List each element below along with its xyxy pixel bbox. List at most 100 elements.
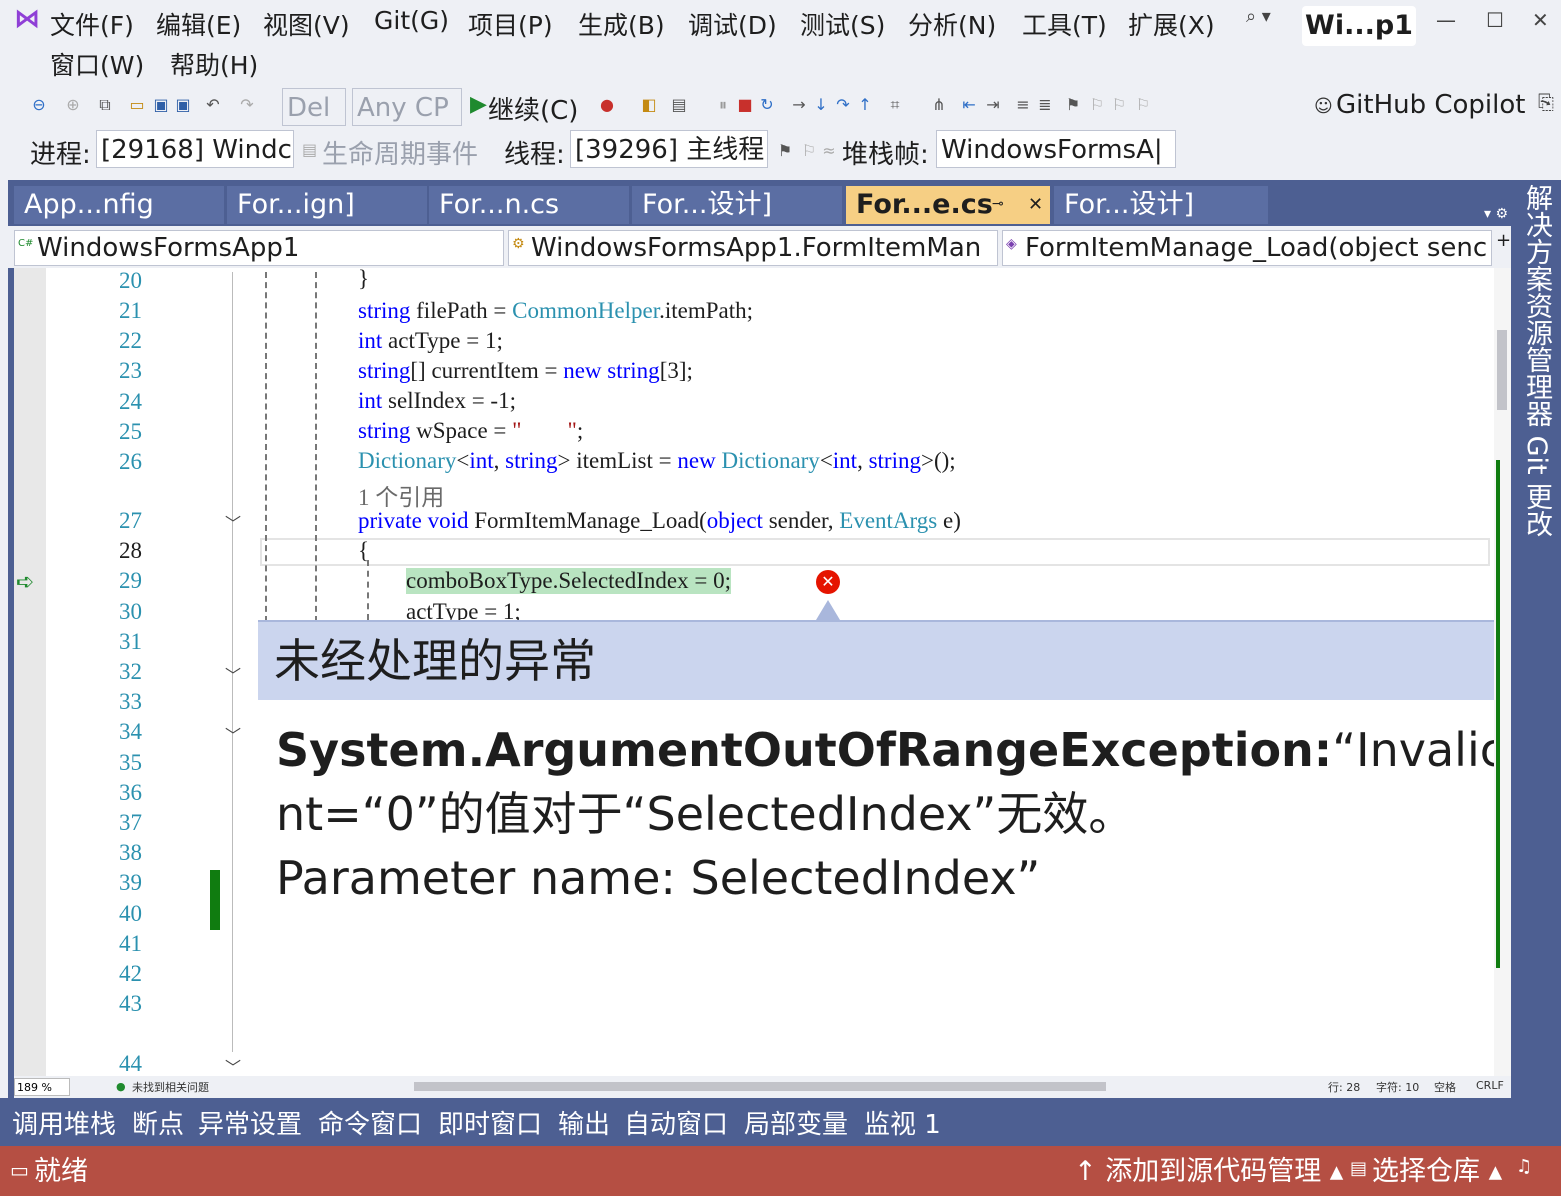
stack-frame-select[interactable]: WindowsFormsA| <box>936 130 1176 168</box>
project-nav-select[interactable]: WindowsFormsApp1 <box>14 230 504 266</box>
step-into-icon[interactable]: ↓ <box>812 96 830 114</box>
open-folder-icon[interactable]: ▭ <box>128 96 146 114</box>
menu-item[interactable]: Git(G) <box>374 6 449 35</box>
error-icon[interactable]: ✕ <box>816 570 840 594</box>
tool-tab[interactable]: 调用堆栈 <box>12 1104 116 1141</box>
menu-item[interactable]: 编辑(E) <box>156 6 241 42</box>
next-bookmark-icon[interactable]: ⚐ <box>1110 96 1128 114</box>
tool-tab[interactable]: 异常设置 <box>198 1104 302 1141</box>
pin-tab-icon[interactable]: ⊸ <box>992 196 1004 212</box>
platform-select[interactable]: Any CP <box>352 88 462 126</box>
hex-display-icon[interactable]: ⌗ <box>886 96 904 114</box>
issues-status[interactable]: 未找到相关问题 <box>132 1079 209 1095</box>
document-tab[interactable]: App...nfig <box>14 186 224 224</box>
new-item-icon[interactable]: ⧉ <box>96 96 114 114</box>
horizontal-scroll-thumb[interactable] <box>414 1082 1106 1091</box>
prev-bookmark-icon[interactable]: ⚐ <box>1088 96 1106 114</box>
process-select[interactable]: [29168] Windc <box>96 130 294 168</box>
document-tab[interactable]: For...e.cs <box>846 186 1050 224</box>
class-nav-select[interactable]: WindowsFormsApp1.FormItemMan <box>508 230 998 266</box>
document-tab[interactable]: For...设计] <box>1054 186 1268 224</box>
configuration-select[interactable]: Del <box>282 88 346 126</box>
step-out-icon[interactable]: ↑ <box>856 96 874 114</box>
save-icon[interactable]: ▣ <box>152 96 170 114</box>
restart-icon[interactable]: ↻ <box>758 96 776 114</box>
menu-item[interactable]: 扩展(X) <box>1128 6 1215 42</box>
tool-tab[interactable]: 监视 1 <box>864 1104 941 1141</box>
step-over-icon[interactable]: ↷ <box>834 96 852 114</box>
continue-button[interactable]: 继续(C) <box>488 90 578 127</box>
close-window-button[interactable]: ✕ <box>1532 8 1549 32</box>
bookmark-icon[interactable]: ⚑ <box>1064 96 1082 114</box>
tab-overflow-icon[interactable]: ▾ ⚙ <box>1484 206 1508 222</box>
menu-item[interactable]: 工具(T) <box>1022 6 1107 42</box>
comment-icon[interactable]: ≡ <box>1014 96 1032 114</box>
zoom-select[interactable]: 189 % <box>14 1078 70 1096</box>
close-tab-icon[interactable]: ✕ <box>1028 194 1043 215</box>
menu-item[interactable]: 视图(V) <box>263 6 350 42</box>
search-icon[interactable]: ⌕ ▾ <box>1246 6 1271 27</box>
menu-item[interactable]: 分析(N) <box>908 6 996 42</box>
save-all-icon[interactable]: ▣ <box>174 96 192 114</box>
line-indicator[interactable]: 行: 28 <box>1328 1079 1360 1095</box>
github-copilot-button[interactable]: GitHub Copilot <box>1336 90 1525 120</box>
keyword: int <box>832 448 858 473</box>
tool-tab[interactable]: 自动窗口 <box>624 1104 728 1141</box>
threads-icon[interactable]: ⋔ <box>930 96 948 114</box>
diagnostics-icon[interactable]: ▤ <box>670 96 688 114</box>
tool-tab[interactable]: 局部变量 <box>744 1104 848 1141</box>
uncomment-icon[interactable]: ≣ <box>1036 96 1054 114</box>
document-tab[interactable]: For...n.cs <box>429 186 629 224</box>
codelens-references[interactable]: 1 个引用 <box>358 478 444 512</box>
tool-tab[interactable]: 命令窗口 <box>318 1104 422 1141</box>
menu-item[interactable]: 文件(F) <box>50 6 134 42</box>
tool-tab[interactable]: 输出 <box>558 1104 610 1141</box>
fold-chevron-icon[interactable]: ﹀ <box>225 510 241 534</box>
whitespace-indicator[interactable]: 空格 <box>1434 1079 1456 1095</box>
fold-chevron-icon[interactable]: ﹀ <box>225 1054 241 1078</box>
fold-chevron-icon[interactable]: ﹀ <box>225 662 241 686</box>
split-editor-icon[interactable]: + <box>1496 230 1511 251</box>
pause-icon[interactable]: ⏸ <box>714 96 732 114</box>
clear-bookmarks-icon[interactable]: ⚐ <box>1134 96 1152 114</box>
feedback-icon[interactable]: ⎘ <box>1538 90 1554 114</box>
tool-tab[interactable]: 断点 <box>132 1104 184 1141</box>
menu-item[interactable]: 项目(P) <box>468 6 553 42</box>
indent-icon[interactable]: ⇤ <box>960 96 978 114</box>
select-repository-button[interactable]: 选择仓库 ▴ <box>1372 1148 1502 1196</box>
document-tab[interactable]: For...ign] <box>227 186 427 224</box>
menu-item[interactable]: 窗口(W) <box>50 46 144 82</box>
member-nav-select[interactable]: FormItemManage_Load(object senc <box>1002 230 1492 266</box>
char-indicator[interactable]: 字符: 10 <box>1376 1079 1419 1095</box>
threads-filter-icon[interactable]: ⚐ <box>800 142 818 160</box>
undo-icon[interactable]: ↶ <box>204 96 222 114</box>
flag-thread-icon[interactable]: ⚑ <box>776 142 794 160</box>
visual-studio-logo-icon[interactable]: ⋈ <box>14 6 40 32</box>
show-next-statement-icon[interactable]: → <box>790 96 808 114</box>
notifications-bell-icon[interactable]: ♫ <box>1516 1156 1532 1177</box>
fold-chevron-icon[interactable]: ﹀ <box>225 722 241 746</box>
vertical-scroll-thumb[interactable] <box>1497 330 1507 410</box>
browser-link-icon[interactable]: ◧ <box>640 96 658 114</box>
line-ending-indicator[interactable]: CRLF <box>1476 1079 1504 1092</box>
show-threads-icon[interactable]: ≈ <box>820 142 838 160</box>
forward-icon[interactable]: ⊕ <box>64 96 82 114</box>
menu-item[interactable]: 帮助(H) <box>170 46 258 82</box>
tool-tab[interactable]: 即时窗口 <box>438 1104 542 1141</box>
menu-item[interactable]: 调试(D) <box>688 6 777 42</box>
maximize-button[interactable]: ☐ <box>1486 8 1504 32</box>
add-to-source-control-button[interactable]: ↑ 添加到源代码管理 ▴ <box>1074 1148 1343 1196</box>
hot-reload-icon[interactable]: ● <box>598 96 616 114</box>
thread-select[interactable]: [39296] 主线程 <box>570 130 768 168</box>
solution-explorer-tab[interactable]: 解决方案资源管理器 Git 更改 <box>1520 184 1552 537</box>
redo-icon[interactable]: ↷ <box>238 96 256 114</box>
lifecycle-events-select[interactable]: 生命周期事件 <box>322 134 478 171</box>
minimize-button[interactable]: — <box>1436 8 1456 32</box>
outdent-icon[interactable]: ⇥ <box>984 96 1002 114</box>
back-icon[interactable]: ⊖ <box>30 96 48 114</box>
continue-play-icon[interactable]: ▶ <box>470 92 487 117</box>
menu-item[interactable]: 生成(B) <box>578 6 665 42</box>
document-tab[interactable]: For...设计] <box>632 186 842 224</box>
stop-icon[interactable]: ■ <box>736 96 754 114</box>
menu-item[interactable]: 测试(S) <box>800 6 885 42</box>
